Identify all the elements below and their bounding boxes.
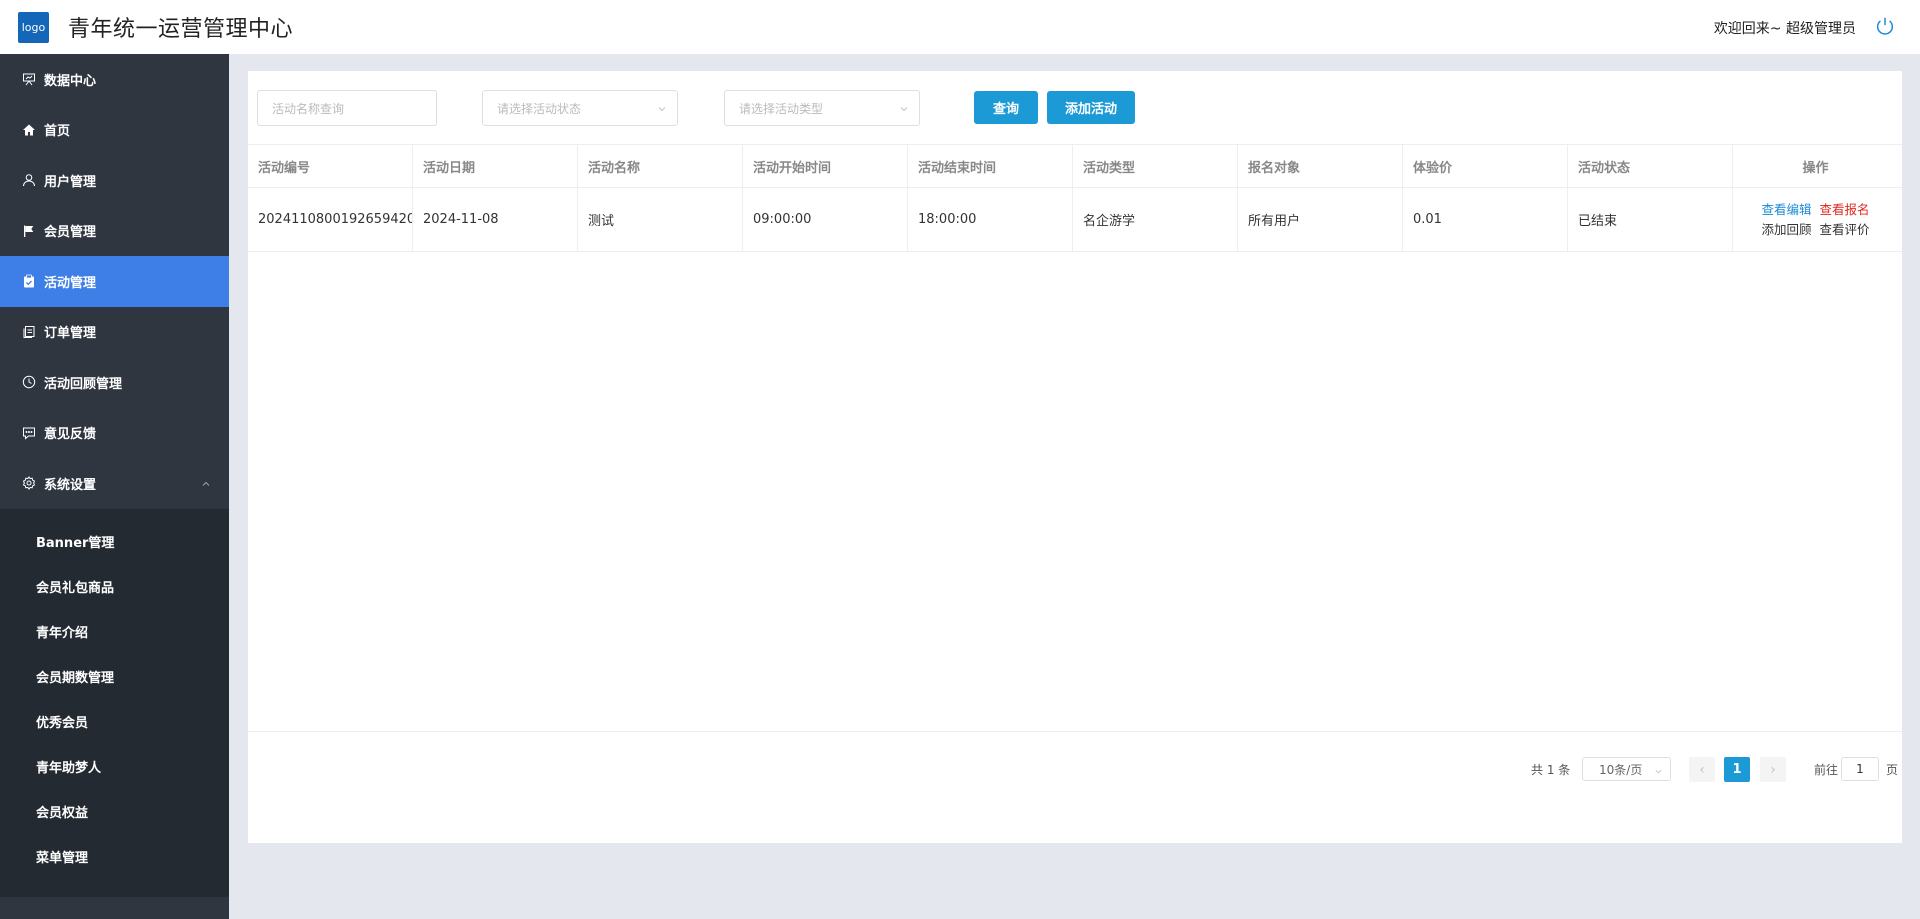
view-ratings-link[interactable]: 查看评价	[1820, 220, 1870, 240]
logo: logo	[18, 11, 49, 43]
page-size-select[interactable]: 10条/页	[1582, 757, 1671, 781]
table-row: 2024110800192659420… 2024-11-08 测试 09:00…	[248, 188, 1902, 252]
submenu-item-member-periods[interactable]: 会员期数管理	[0, 654, 229, 699]
sidebar-item-activity-review[interactable]: 活动回顾管理	[0, 357, 229, 408]
activity-type-select[interactable]: 请选择活动类型	[724, 90, 920, 126]
chat-icon	[22, 426, 36, 440]
flag-icon	[22, 224, 36, 238]
page-number-current[interactable]: 1	[1724, 757, 1750, 782]
sidebar-item-label: 会员管理	[44, 225, 97, 241]
query-button[interactable]: 查询	[974, 91, 1038, 124]
sidebar-item-label: 意见反馈	[44, 427, 97, 443]
activities-table: 活动编号 活动日期 活动名称 活动开始时间 活动结束时间 活动类型 报名对象 体…	[248, 144, 1902, 252]
submenu-item-member-benefits[interactable]: 会员权益	[0, 789, 229, 834]
home-icon	[22, 123, 36, 137]
sidebar-item-data-center[interactable]: 数据中心	[0, 54, 229, 105]
column-header: 报名对象	[1238, 145, 1403, 187]
chevron-down-icon	[1654, 765, 1663, 774]
pagination-total: 共 1 条	[1531, 763, 1571, 777]
cell-activity-date: 2024-11-08	[413, 188, 578, 251]
submenu-item-dream-helpers[interactable]: 青年助梦人	[0, 744, 229, 789]
goto-label: 前往	[1814, 763, 1839, 777]
presentation-icon	[22, 72, 36, 86]
input-placeholder: 活动名称查询	[272, 101, 345, 116]
goto-page-input[interactable]: 1	[1841, 757, 1879, 781]
sidebar-item-label: 数据中心	[44, 73, 97, 89]
column-header: 体验价	[1403, 145, 1568, 187]
add-review-link[interactable]: 添加回顾	[1761, 220, 1811, 240]
sidebar-item-label: 用户管理	[44, 174, 97, 190]
column-header: 活动类型	[1073, 145, 1238, 187]
sidebar-item-users[interactable]: 用户管理	[0, 155, 229, 206]
documents-icon	[22, 325, 36, 339]
submenu-item-youth-intro[interactable]: 青年介绍	[0, 609, 229, 654]
clock-icon	[22, 375, 36, 389]
sidebar-item-label: 订单管理	[44, 326, 97, 342]
sidebar-item-label: 首页	[44, 124, 71, 140]
cell-operations: 查看编辑 查看报名 添加回顾 查看评价	[1733, 188, 1898, 251]
column-header: 活动结束时间	[908, 145, 1073, 187]
activity-status-select[interactable]: 请选择活动状态	[482, 90, 678, 126]
activity-name-search-input[interactable]: 活动名称查询	[257, 90, 437, 126]
cell-activity-name: 测试	[578, 188, 743, 251]
sidebar-item-label: 活动管理	[44, 275, 97, 291]
sidebar-item-members[interactable]: 会员管理	[0, 206, 229, 257]
sidebar-item-label: 系统设置	[44, 477, 97, 493]
select-placeholder: 请选择活动状态	[497, 101, 582, 116]
sidebar-item-label: 活动回顾管理	[44, 376, 123, 392]
power-icon[interactable]	[1874, 15, 1896, 37]
sidebar-item-feedback[interactable]: 意见反馈	[0, 408, 229, 459]
sidebar-item-home[interactable]: 首页	[0, 105, 229, 156]
view-edit-link[interactable]: 查看编辑	[1761, 200, 1811, 220]
submenu-item-banner[interactable]: Banner管理	[0, 519, 229, 564]
submenu-item-menu-management[interactable]: 菜单管理	[0, 834, 229, 879]
column-header: 活动开始时间	[743, 145, 908, 187]
table-footer-divider	[248, 731, 1902, 732]
chevron-up-icon	[201, 478, 211, 488]
main-panel: 活动名称查询 请选择活动状态 请选择活动类型 查询 添加活动 活动编号 活动日期…	[248, 71, 1902, 843]
sidebar: 数据中心 首页 用户管理 会员管理 活动管理 订单管理 活动回顾管理 意见反馈 …	[0, 54, 229, 919]
page-suffix: 页	[1886, 763, 1899, 777]
cell-activity-type: 名企游学	[1073, 188, 1238, 251]
sidebar-item-system-settings[interactable]: 系统设置	[0, 458, 229, 509]
user-icon	[22, 173, 36, 187]
prev-page-button[interactable]: ‹	[1689, 757, 1715, 782]
top-bar: logo 青年统一运营管理中心 欢迎回来~ 超级管理员	[0, 0, 1920, 54]
cell-end-time: 18:00:00	[908, 188, 1073, 251]
chevron-left-icon: ‹	[1699, 761, 1705, 778]
welcome-text: 欢迎回来~ 超级管理员	[1713, 21, 1856, 37]
gear-icon	[22, 476, 36, 491]
clipboard-icon	[22, 274, 36, 288]
select-placeholder: 请选择活动类型	[739, 101, 824, 116]
cell-trial-price: 0.01	[1403, 188, 1568, 251]
chevron-down-icon	[657, 103, 667, 113]
cell-start-time: 09:00:00	[743, 188, 908, 251]
column-header: 活动名称	[578, 145, 743, 187]
column-header: 活动编号	[248, 145, 413, 187]
next-page-button[interactable]: ›	[1760, 757, 1786, 782]
sidebar-item-orders[interactable]: 订单管理	[0, 307, 229, 358]
operations-group: 查看编辑 查看报名 添加回顾 查看评价	[1743, 200, 1888, 240]
submenu-item-gift-products[interactable]: 会员礼包商品	[0, 564, 229, 609]
submenu-item-excellent-members[interactable]: 优秀会员	[0, 699, 229, 744]
chevron-right-icon: ›	[1770, 761, 1776, 778]
cell-activity-id: 2024110800192659420…	[248, 188, 413, 251]
cell-activity-status: 已结束	[1568, 188, 1733, 251]
filter-bar: 活动名称查询 请选择活动状态 请选择活动类型 查询 添加活动	[257, 90, 1897, 126]
chevron-down-icon	[899, 103, 909, 113]
column-header: 活动日期	[413, 145, 578, 187]
add-activity-button[interactable]: 添加活动	[1047, 91, 1135, 124]
page-size-value: 10条/页	[1599, 762, 1643, 777]
app-title: 青年统一运营管理中心	[68, 17, 294, 42]
column-header: 操作	[1802, 160, 1829, 176]
column-header: 活动状态	[1568, 145, 1733, 187]
view-signups-link[interactable]: 查看报名	[1820, 200, 1870, 220]
table-header: 活动编号 活动日期 活动名称 活动开始时间 活动结束时间 活动类型 报名对象 体…	[248, 144, 1902, 188]
cell-signup-target: 所有用户	[1238, 188, 1403, 251]
system-settings-submenu: Banner管理 会员礼包商品 青年介绍 会员期数管理 优秀会员 青年助梦人 会…	[0, 508, 229, 897]
sidebar-item-activities[interactable]: 活动管理	[0, 256, 229, 307]
